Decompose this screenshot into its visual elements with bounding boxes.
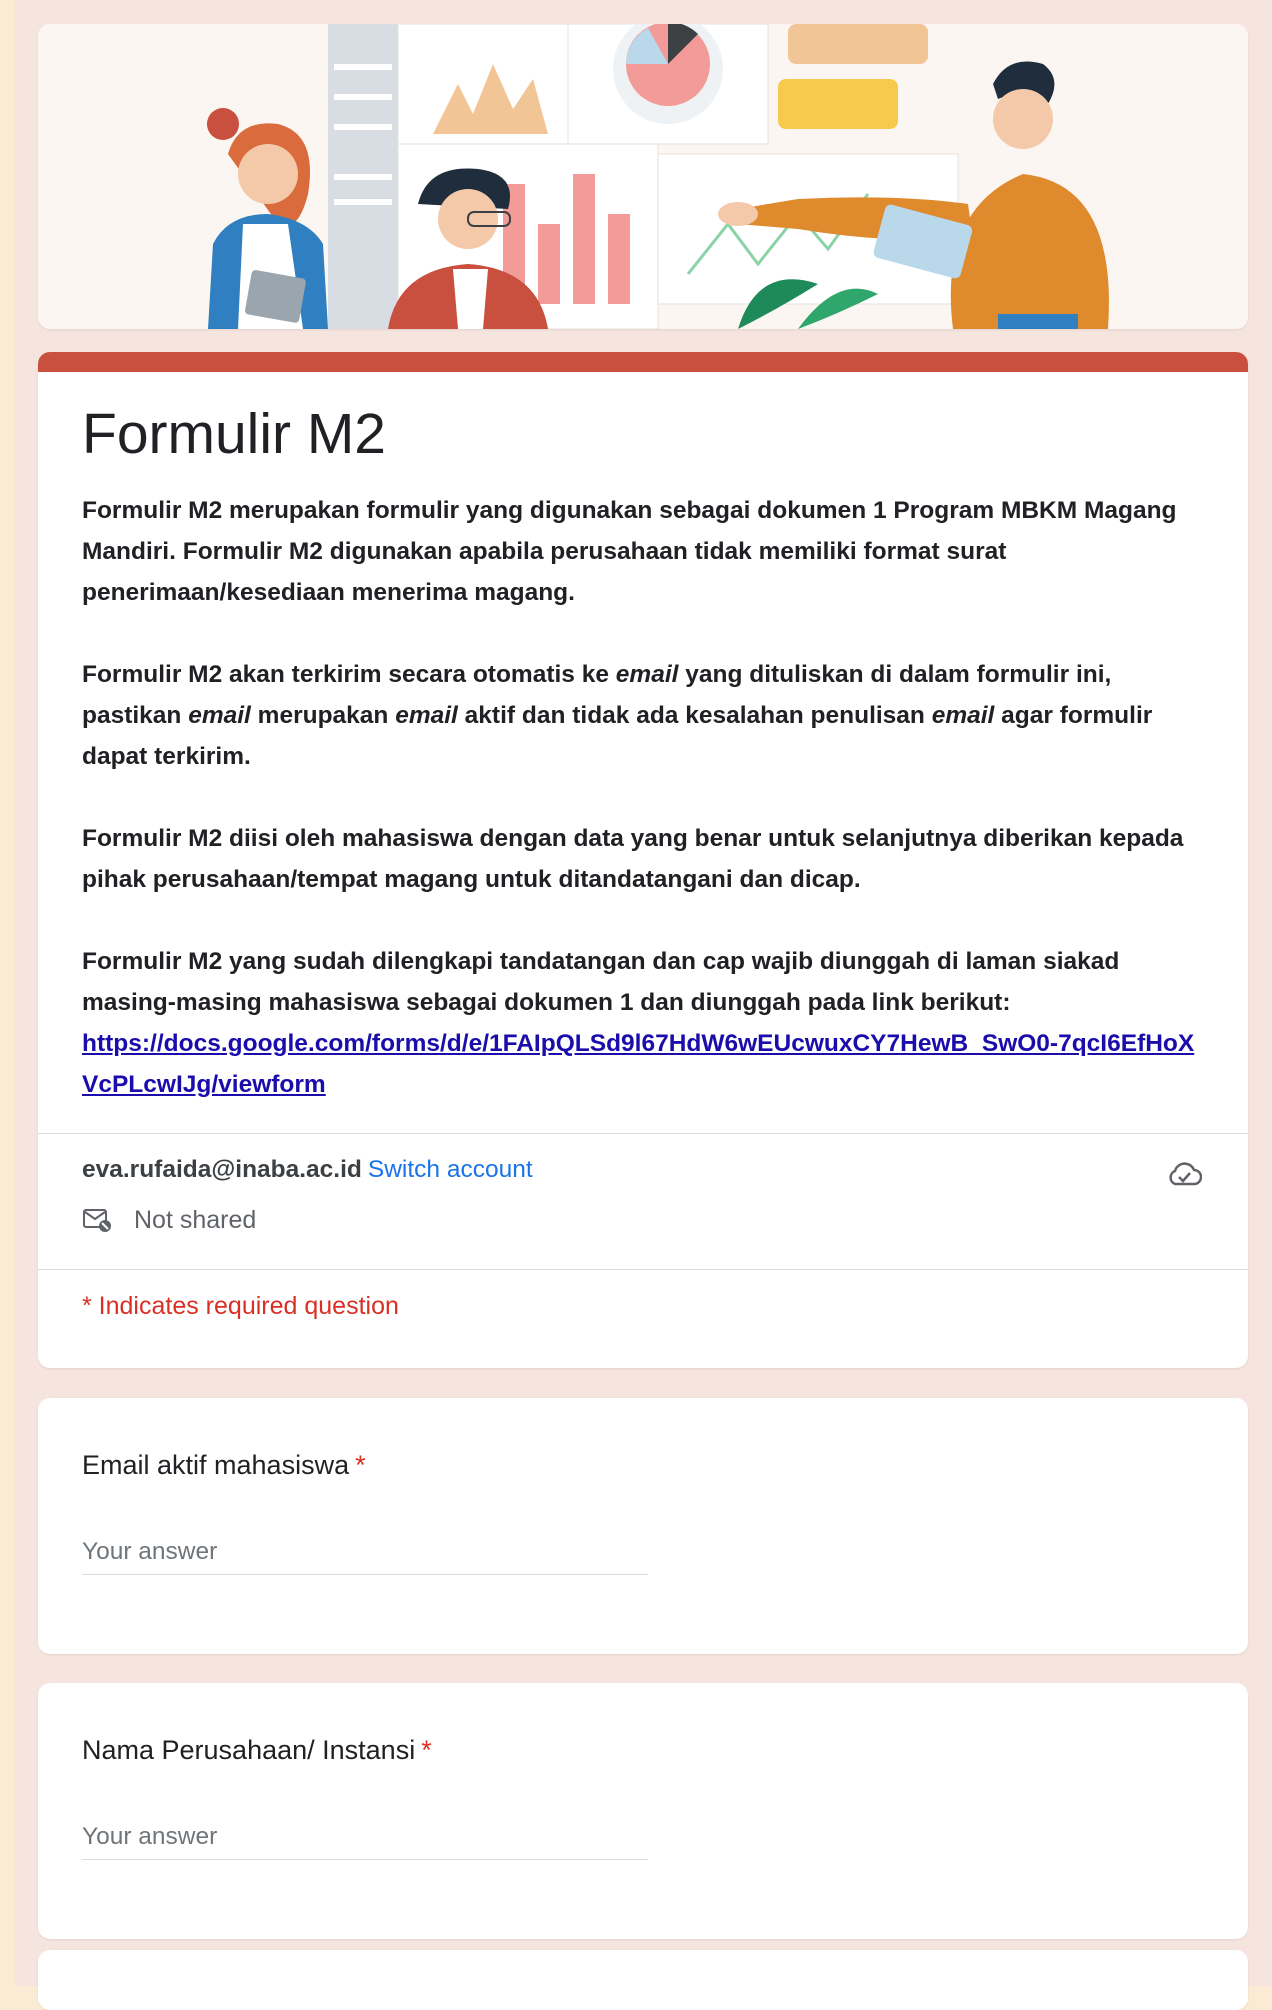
- question-label: Nama Perusahaan/ Instansi: [82, 1735, 416, 1765]
- account-email-text: eva.rufaida@inaba.ac.id: [82, 1155, 362, 1183]
- question-card-email: Email aktif mahasiswa *: [38, 1398, 1248, 1654]
- divider: [38, 1268, 1248, 1270]
- description-paragraph-4: Formulir M2 yang sudah dilengkapi tandat…: [82, 941, 1198, 1105]
- switch-account-link[interactable]: Switch account: [368, 1156, 533, 1183]
- header-accent-bar: [38, 352, 1248, 372]
- form-description: Formulir M2 merupakan formulir yang digu…: [82, 490, 1198, 1105]
- cloud-save-icon[interactable]: [1166, 1160, 1203, 1195]
- form-title: Formulir M2: [82, 402, 387, 466]
- account-info: eva.rufaida@inaba.ac.id Switch account No…: [38, 1134, 1248, 1269]
- question-card-next: [38, 1950, 1248, 2010]
- header-banner-image: [38, 24, 1248, 329]
- desc-emphasis: email: [395, 701, 458, 729]
- question-label: Email aktif mahasiswa: [82, 1450, 350, 1480]
- desc-emphasis: email: [188, 701, 251, 729]
- question-title: Nama Perusahaan/ Instansi *: [82, 1735, 432, 1766]
- upload-form-link[interactable]: https://docs.google.com/forms/d/e/1FAIpQ…: [82, 1030, 1194, 1098]
- required-asterisk: *: [421, 1735, 432, 1765]
- desc-text: Formulir M2 akan terkirim secara otomati…: [82, 660, 616, 688]
- share-status-text: Not shared: [134, 1205, 257, 1234]
- required-asterisk: *: [355, 1450, 366, 1480]
- description-paragraph-3: Formulir M2 diisi oleh mahasiswa dengan …: [82, 824, 1184, 893]
- description-paragraph-2: Formulir M2 akan terkirim secara otomati…: [82, 654, 1198, 777]
- question-card-company: Nama Perusahaan/ Instansi *: [38, 1683, 1248, 1939]
- description-paragraph-1: Formulir M2 merupakan formulir yang digu…: [82, 496, 1177, 606]
- desc-emphasis: email: [615, 660, 679, 688]
- email-answer-input[interactable]: [82, 1538, 648, 1575]
- desc-text: merupakan: [250, 701, 396, 729]
- company-answer-input[interactable]: [82, 1823, 648, 1860]
- mail-not-shared-icon: [83, 1209, 111, 1233]
- required-question-note: * Indicates required question: [82, 1291, 399, 1320]
- desc-text: Formulir M2 yang sudah dilengkapi tandat…: [82, 947, 1120, 1016]
- question-title: Email aktif mahasiswa *: [82, 1450, 366, 1481]
- desc-emphasis: email: [931, 701, 995, 729]
- share-status: Not shared: [82, 1206, 256, 1235]
- desc-text: aktif dan tidak ada kesalahan penulisan: [457, 701, 932, 729]
- form-header-card: Formulir M2 Formulir M2 merupakan formul…: [38, 352, 1248, 1368]
- account-email: eva.rufaida@inaba.ac.id Switch account: [82, 1156, 533, 1184]
